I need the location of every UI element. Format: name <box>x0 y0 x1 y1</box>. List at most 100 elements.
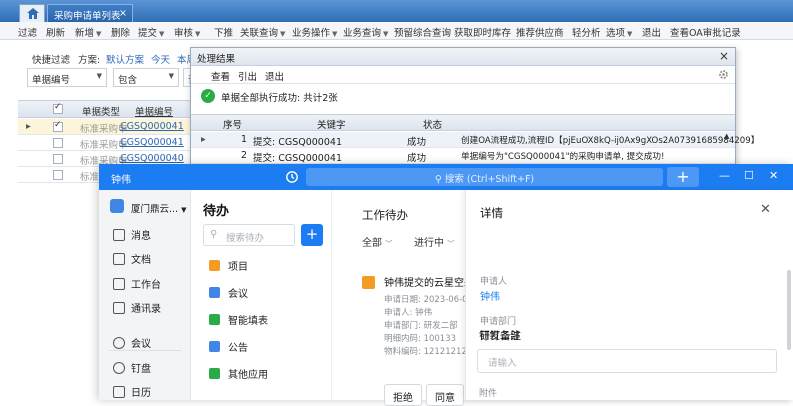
cloud-icon <box>113 362 125 374</box>
scheme-default[interactable]: 默认方案 <box>106 52 144 66</box>
todo-item-other-apps[interactable]: 其他应用 <box>209 366 268 381</box>
dialog-status-text: 单据全部执行成功: 共计2张 <box>221 93 338 104</box>
refresh-button[interactable]: 刷新 <box>46 25 65 39</box>
user-name[interactable]: 钟伟 <box>111 171 131 186</box>
tab-label: 采购申请单列表 <box>54 11 121 22</box>
table-row[interactable]: ▸ 标准采购申 CGSQ000041 <box>18 119 198 135</box>
work-todo-title: 工作待办 <box>362 208 408 222</box>
filter-field-select[interactable]: 单据编号 ▼ <box>27 68 107 87</box>
todo-title: 待办 <box>203 204 230 219</box>
chevron-down-icon: ▼ <box>181 206 187 214</box>
document-icon <box>113 253 125 265</box>
oa-record-button[interactable]: 查看OA审批记录 <box>670 25 741 39</box>
filter-button[interactable]: 过滤 <box>18 25 37 39</box>
dialog-view-button[interactable]: 查看 <box>211 69 230 83</box>
nav-meeting[interactable]: 会议 <box>113 335 151 350</box>
row-bill-no-link[interactable]: CGSQ000041 <box>120 121 184 132</box>
row-checkbox[interactable] <box>53 138 63 148</box>
result-row[interactable]: ▸ 1 提交: CGSQ000041 成功 创建OA流程成功,流程ID【pjEu… <box>191 132 759 148</box>
filter-operator-select[interactable]: 包含 ▼ <box>113 68 179 87</box>
nav-docs[interactable]: 文档 <box>113 251 151 266</box>
global-search-input[interactable]: ⚲ 搜索 (Ctrl+Shift+F) <box>306 168 663 186</box>
reserve-query-button[interactable]: 预留综合查询 <box>394 25 451 39</box>
tab-close-icon[interactable]: × <box>119 8 127 19</box>
add-todo-button[interactable]: + <box>301 224 323 246</box>
org-switcher[interactable]: 厦门鼎云... ▼ <box>131 201 186 215</box>
reject-button[interactable]: 拒绝 <box>384 384 422 406</box>
todo-card[interactable]: 钟伟提交的云星空采 申请日期: 2023-06-05 申请人: 钟伟 申请部门:… <box>352 260 474 406</box>
scheme-today[interactable]: 今天 <box>151 52 170 66</box>
create-plus-button[interactable]: + <box>667 167 699 187</box>
maximize-icon[interactable]: ☐ <box>744 169 754 182</box>
calendar-icon <box>113 386 125 398</box>
org-logo <box>110 199 124 213</box>
column-header-type[interactable]: 单据类型 <box>82 104 120 118</box>
remark-label: 钉钉备注 <box>479 330 521 342</box>
dialog-close-icon[interactable]: × <box>719 49 729 63</box>
row-checkbox[interactable] <box>53 170 63 180</box>
todo-item-smart-form[interactable]: 智能填表 <box>209 312 268 327</box>
delete-button[interactable]: 删除 <box>111 25 130 39</box>
dialog-title-bar[interactable]: 处理结果 × <box>191 48 735 66</box>
column-header-no[interactable]: 单据编号 <box>135 104 173 118</box>
settings-icon[interactable] <box>718 69 729 80</box>
minimize-icon[interactable]: — <box>719 169 730 182</box>
business-query-button[interactable]: 业务查询 ▼ <box>343 25 388 39</box>
detail-scrollbar[interactable] <box>787 270 791 350</box>
business-operation-button[interactable]: 业务操作 ▼ <box>292 25 337 39</box>
exit-button[interactable]: 退出 <box>642 25 661 39</box>
dialog-exit-button[interactable]: 退出 <box>265 69 284 83</box>
push-down-button[interactable]: 下推 <box>214 25 233 39</box>
chevron-down-icon: ﹀ <box>385 240 393 248</box>
department-label: 申请部门 <box>480 317 517 327</box>
row-checkbox[interactable] <box>53 154 63 164</box>
table-row[interactable]: 标准采购申 CGSQ000041 <box>18 135 198 151</box>
nav-contacts[interactable]: 通讯录 <box>113 300 161 315</box>
todo-item-project[interactable]: 项目 <box>209 258 248 273</box>
applicant-value[interactable]: 钟伟 <box>480 288 500 303</box>
announcement-icon <box>209 341 220 352</box>
project-icon <box>209 260 220 271</box>
approve-button[interactable]: 同意 <box>426 384 464 406</box>
filter-in-progress-dropdown[interactable]: 进行中 ﹀ <box>414 234 454 249</box>
new-button[interactable]: 新增 ▼ <box>75 25 101 39</box>
related-query-button[interactable]: 关联查询 ▼ <box>240 25 285 39</box>
audit-button[interactable]: 审核 ▼ <box>174 25 200 39</box>
home-tab[interactable] <box>19 4 45 22</box>
meeting-icon <box>209 287 220 298</box>
recommend-supplier-button[interactable]: 推荐供应商 <box>516 25 564 39</box>
column-header-key: 关键字 <box>317 120 346 131</box>
home-icon <box>27 8 39 19</box>
dialog-scrollbar[interactable]: ▲ <box>724 132 733 162</box>
light-analysis-button[interactable]: 轻分析 <box>572 25 601 39</box>
result-row[interactable]: 2 提交: CGSQ000041 成功 单据编号为"CGSQ000041"的采购… <box>191 148 735 164</box>
stock-button[interactable]: 获取即时库存 <box>454 25 511 39</box>
todo-search-input[interactable]: ⚲ 搜索待办 <box>203 224 295 246</box>
detail-close-icon[interactable]: ✕ <box>760 202 771 217</box>
erp-tab-bar: 采购申请单列表 × <box>0 0 793 22</box>
history-icon[interactable] <box>285 170 299 184</box>
todo-item-meeting[interactable]: 会议 <box>209 285 248 300</box>
row-bill-no-link[interactable]: CGSQ000041 <box>120 137 184 148</box>
tab-purchase-request-list[interactable]: 采购申请单列表 × <box>47 4 133 22</box>
quick-filter-label: 快捷过滤 <box>32 55 71 66</box>
dialog-title: 处理结果 <box>197 54 236 65</box>
process-result-dialog: 处理结果 × 查看 引出 退出 ✓ 单据全部执行成功: 共计2张 序号 关键字 … <box>190 47 759 165</box>
row-bill-no-link[interactable]: CGSQ000040 <box>120 153 184 164</box>
options-button[interactable]: 选项 ▼ <box>606 25 632 39</box>
remark-input[interactable]: 请输入 <box>477 349 777 373</box>
window-close-icon[interactable]: ✕ <box>769 169 778 182</box>
nav-messages[interactable]: 消息 <box>113 227 151 242</box>
submit-button[interactable]: 提交 ▼ <box>138 25 164 39</box>
nav-workbench[interactable]: 工作台 <box>113 276 161 291</box>
nav-dingpan[interactable]: 钉盘 <box>113 360 151 375</box>
filter-all-dropdown[interactable]: 全部 ﹀ <box>362 234 392 249</box>
scheme-label: 方案: <box>78 55 101 66</box>
todo-item-announcement[interactable]: 公告 <box>209 339 248 354</box>
success-check-icon: ✓ <box>201 89 215 103</box>
form-icon <box>209 314 220 325</box>
dialog-export-button[interactable]: 引出 <box>238 69 257 83</box>
row-checkbox[interactable] <box>53 120 63 132</box>
nav-calendar[interactable]: 日历 <box>113 384 151 399</box>
select-all-checkbox[interactable] <box>53 102 63 114</box>
